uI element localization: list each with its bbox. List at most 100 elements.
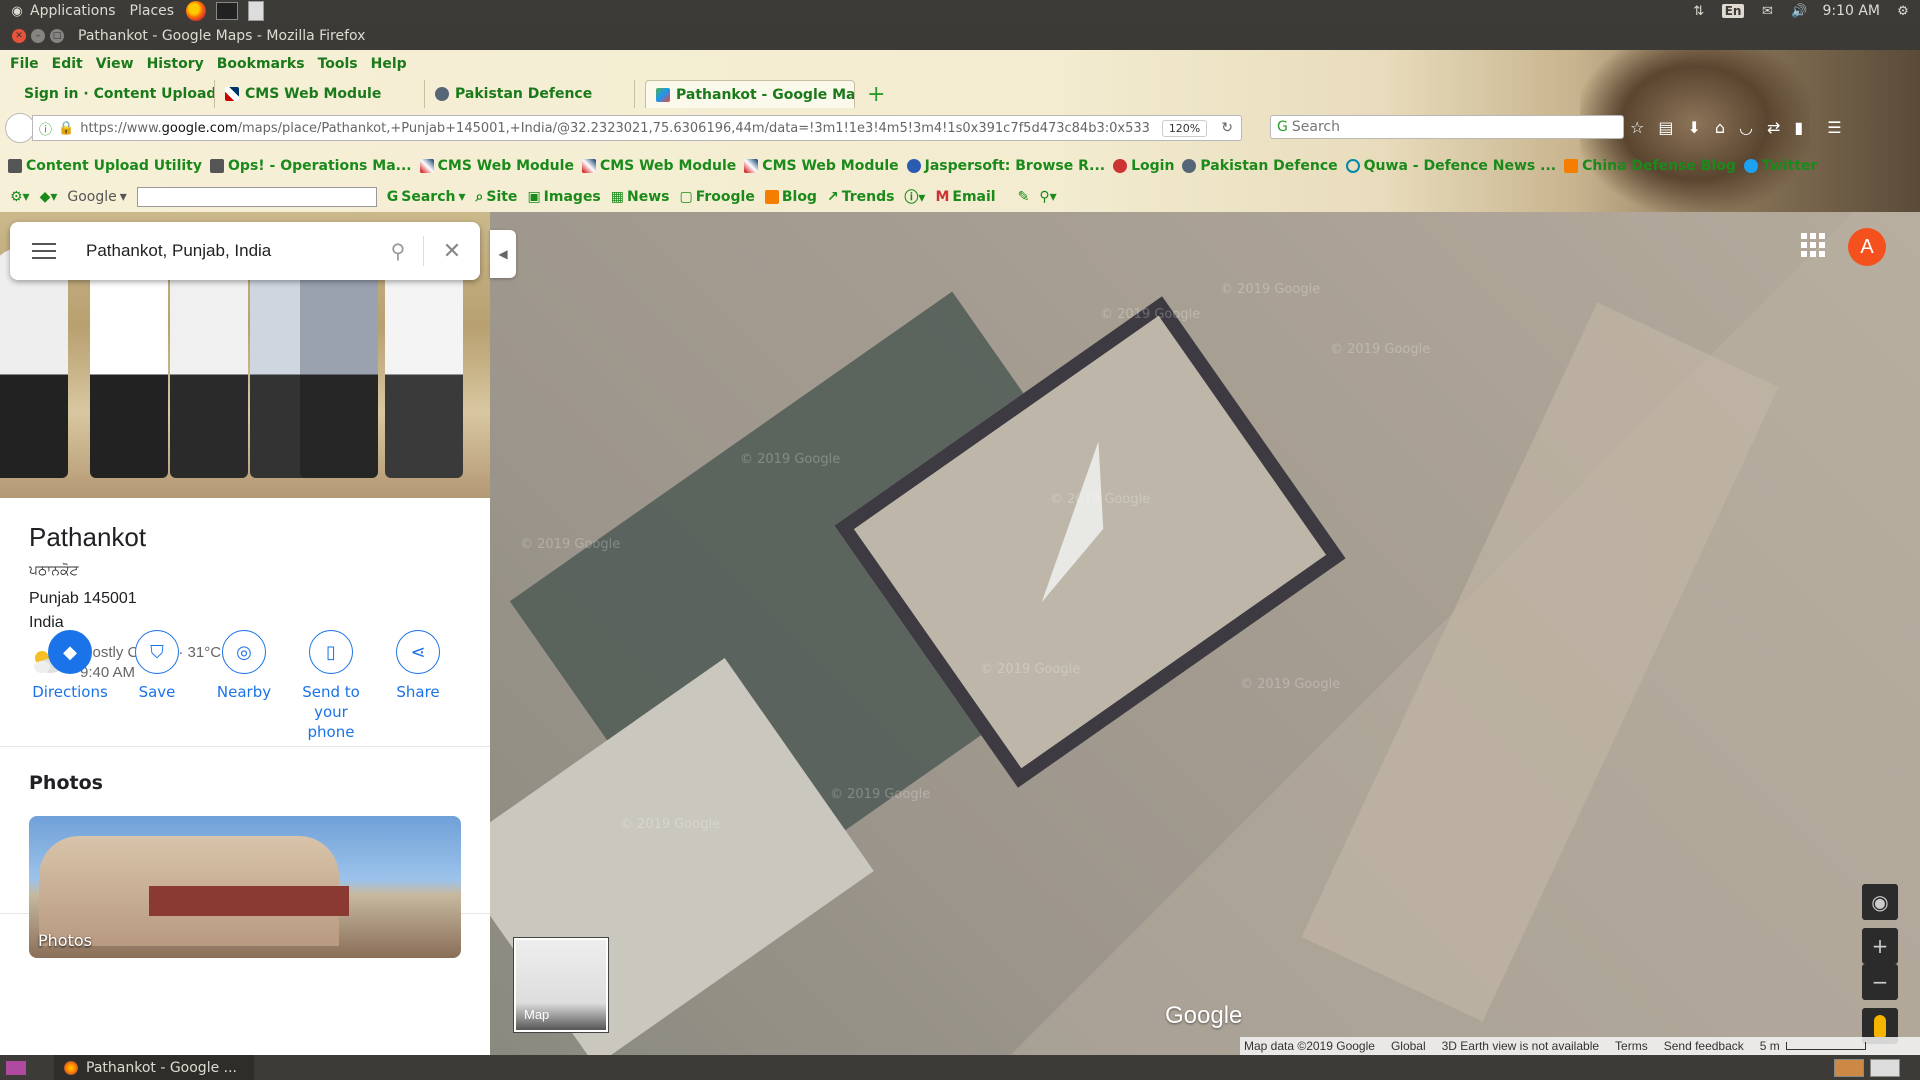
collapse-panel-button[interactable]: ◀: [490, 230, 516, 278]
nearby-button[interactable]: ◎ Nearby: [204, 630, 284, 702]
taskbar-window-button[interactable]: Pathankot - Google ...: [54, 1055, 254, 1080]
bookmark-item[interactable]: CMS Web Module: [419, 158, 574, 174]
search-engine-icon[interactable]: G: [1277, 119, 1288, 135]
window-maximize-icon[interactable]: □: [50, 29, 64, 43]
workspace-1-icon[interactable]: [1834, 1058, 1864, 1077]
system-monitor-launcher[interactable]: [216, 2, 239, 20]
toolbar-email-button[interactable]: M Email: [935, 189, 995, 205]
toolbar-news-button[interactable]: ▦ News: [611, 189, 670, 205]
menu-bookmarks[interactable]: Bookmarks: [217, 56, 305, 72]
toolbar-trends-button[interactable]: ↗ Trends: [827, 189, 894, 205]
tab-pakistan-defence[interactable]: Pakistan Defence: [425, 80, 635, 108]
places-menu[interactable]: Places: [130, 3, 175, 19]
system-top-panel: ◉ Applications Places ⇅ En ✉ 🔊 9:10 AM ⚙: [0, 0, 1920, 22]
tab-content-upload[interactable]: Sign in · Content Upload U: [0, 80, 215, 108]
reload-icon[interactable]: ↻: [1221, 120, 1233, 136]
close-icon[interactable]: ✕: [424, 239, 480, 264]
reading-list-icon[interactable]: ▤: [1658, 118, 1673, 137]
window-minimize-icon[interactable]: –: [31, 29, 45, 43]
bookmark-item[interactable]: Login: [1113, 158, 1174, 174]
zoom-level-button[interactable]: 120%: [1161, 119, 1208, 137]
show-desktop-icon[interactable]: [6, 1060, 26, 1075]
bookmark-item[interactable]: Quwa - Defence News ...: [1345, 158, 1556, 174]
hamburger-menu-icon[interactable]: ☰: [1827, 118, 1841, 137]
network-icon[interactable]: ⇅: [1690, 3, 1708, 19]
new-tab-plus-icon[interactable]: +: [867, 80, 885, 108]
send-to-phone-button[interactable]: ▯ Send to your phone: [291, 630, 371, 742]
scale-label[interactable]: 5 m: [1760, 1039, 1780, 1053]
bookmark-item[interactable]: CMS Web Module: [581, 158, 737, 174]
tab-pathankot-google-maps[interactable]: Pathankot - Google Ma: [645, 80, 855, 108]
toolbar-search-button[interactable]: G Search ▾: [387, 189, 466, 205]
toolbar-froogle-button[interactable]: ▢ Froogle: [679, 189, 754, 205]
toolbar-search-input[interactable]: [136, 187, 377, 207]
toolbar-images-button[interactable]: ▣ Images: [527, 189, 600, 205]
home-icon[interactable]: ⌂: [1715, 118, 1725, 137]
info-icon[interactable]: ⓘ: [39, 119, 52, 138]
search-icon[interactable]: ⚲: [373, 239, 423, 263]
bookmark-star-icon[interactable]: ☆: [1630, 118, 1644, 137]
toolbar-diamond-icon[interactable]: ◆▾: [40, 189, 58, 205]
back-button[interactable]: [5, 113, 35, 143]
url-bar[interactable]: ⓘ 🔒 https://www.google.com/maps/place/Pa…: [32, 115, 1242, 141]
search-bar[interactable]: G Search: [1270, 115, 1624, 139]
downloads-icon[interactable]: ⬇: [1687, 118, 1700, 137]
highlighter-icon[interactable]: ✎: [1018, 189, 1030, 205]
toolbar-site-button[interactable]: ⌕ Site: [476, 189, 518, 205]
account-avatar[interactable]: A: [1848, 228, 1886, 266]
google-brand-menu[interactable]: Google ▾: [67, 189, 126, 205]
bookmark-label: Twitter: [1761, 158, 1818, 174]
firefox-launcher[interactable]: [186, 1, 207, 21]
place-side-panel: Pathankot, Punjab, India ⚲ ✕ Pathankot ਪ…: [0, 212, 490, 1055]
twitter-icon: [1743, 159, 1758, 173]
menu-history[interactable]: History: [147, 56, 204, 72]
menu-tools[interactable]: Tools: [318, 56, 358, 72]
zoom-out-button[interactable]: −: [1862, 964, 1898, 1000]
bookmark-label: CMS Web Module: [762, 158, 899, 174]
volume-icon[interactable]: 🔊: [1790, 3, 1808, 19]
menu-edit[interactable]: Edit: [52, 56, 83, 72]
menu-help[interactable]: Help: [371, 56, 407, 72]
tab-cms-web-module[interactable]: CMS Web Module: [215, 80, 425, 108]
directions-button[interactable]: ◆ Directions: [30, 630, 110, 702]
keyboard-layout-indicator[interactable]: En: [1721, 4, 1745, 18]
save-button[interactable]: ⛉ Save: [117, 630, 197, 702]
find-icon[interactable]: ⚲▾: [1039, 189, 1056, 205]
satellite-map[interactable]: © 2019 Google © 2019 Google © 2019 Googl…: [446, 212, 1920, 1055]
bookmark-item[interactable]: Ops! - Operations Ma...: [210, 158, 412, 174]
maps-search-input[interactable]: Pathankot, Punjab, India: [86, 241, 373, 261]
photos-thumbnail[interactable]: Photos: [29, 816, 461, 958]
maps-search-box: Pathankot, Punjab, India ⚲ ✕: [10, 222, 480, 280]
menu-file[interactable]: File: [10, 56, 39, 72]
bookmark-item[interactable]: China Defense Blog: [1564, 158, 1736, 174]
clock[interactable]: 9:10 AM: [1822, 3, 1880, 19]
toolbar-blog-button[interactable]: Blog: [764, 189, 817, 205]
mail-icon[interactable]: ✉: [1758, 3, 1776, 19]
window-close-icon[interactable]: ✕: [12, 29, 26, 43]
toolbar-options-icon[interactable]: ⚙▾: [10, 189, 30, 205]
map-layer-toggle[interactable]: Map: [514, 938, 608, 1032]
zoom-in-button[interactable]: +: [1862, 928, 1898, 964]
menu-view[interactable]: View: [96, 56, 134, 72]
bookmark-item[interactable]: Jaspersoft: Browse R...: [906, 158, 1105, 174]
settings-gear-icon[interactable]: ⚙: [1894, 3, 1912, 19]
sync-icon[interactable]: ⇄: [1767, 118, 1780, 137]
bookmark-label: CMS Web Module: [599, 158, 737, 174]
applications-menu[interactable]: ◉ Applications: [8, 3, 115, 19]
bookmark-item[interactable]: Content Upload Utility: [8, 158, 202, 174]
menu-icon[interactable]: [32, 238, 56, 264]
toolbar-info-icon[interactable]: ⓘ▾: [904, 187, 925, 207]
global-link[interactable]: Global: [1391, 1039, 1426, 1053]
bookmark-item[interactable]: CMS Web Module: [744, 158, 899, 174]
extension-icon[interactable]: ▮: [1794, 118, 1803, 137]
pocket-icon[interactable]: ◡: [1739, 118, 1753, 137]
share-button[interactable]: ⋖ Share: [378, 630, 458, 702]
send-feedback-link[interactable]: Send feedback: [1664, 1039, 1744, 1053]
workspace-2-icon[interactable]: [1870, 1058, 1900, 1077]
my-location-icon[interactable]: ◉: [1862, 884, 1898, 920]
terms-link[interactable]: Terms: [1615, 1039, 1648, 1053]
google-apps-icon[interactable]: [1798, 230, 1828, 260]
bookmark-item[interactable]: Pakistan Defence: [1182, 158, 1338, 174]
bookmark-item[interactable]: Twitter: [1743, 158, 1818, 174]
text-editor-launcher[interactable]: [248, 1, 265, 21]
